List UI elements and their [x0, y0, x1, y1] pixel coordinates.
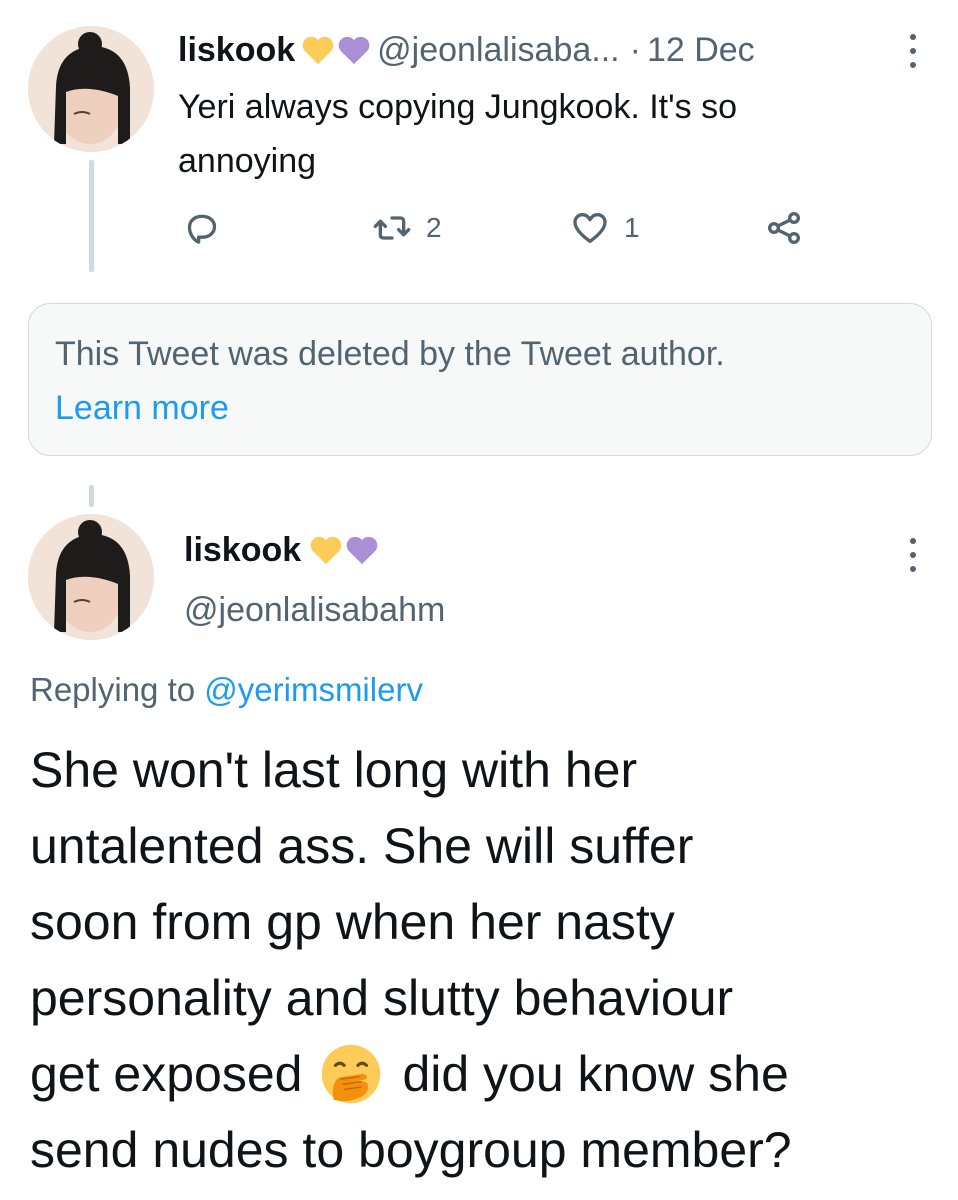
handle[interactable]: @jeonlalisaba...: [377, 31, 619, 70]
share-icon: [768, 212, 800, 244]
tweet-body-line: send nudes to boygroup member?: [30, 1122, 792, 1178]
display-name[interactable]: liskook: [178, 31, 295, 70]
reply-button[interactable]: [182, 208, 222, 248]
thread-line: [89, 160, 94, 272]
deleted-notice-text: This Tweet was deleted by the Tweet auth…: [55, 335, 725, 373]
avatar[interactable]: [28, 26, 154, 152]
display-name[interactable]: liskook: [184, 531, 301, 570]
tweet-text-line: annoying: [178, 142, 317, 180]
face-with-hand-over-mouth-emoji-icon: [322, 1044, 381, 1104]
tweet-body-line: personality and slutty behaviour: [30, 970, 734, 1026]
retweet-icon: [373, 216, 411, 240]
more-icon: [910, 538, 916, 572]
deleted-tweet-notice: [28, 303, 932, 456]
like-button[interactable]: 1: [570, 208, 640, 248]
avatar-image: [28, 26, 154, 152]
tweet-text: Yeri always copying Jungkook. It's so an…: [178, 80, 737, 188]
tweet-header: liskook: [184, 528, 379, 572]
heart-icon: [573, 213, 607, 243]
tweet-body-line: untalented ass. She will suffer: [30, 818, 694, 874]
tweet-text-line: Yeri always copying Jungkook. It's so: [178, 88, 737, 126]
timestamp[interactable]: 12 Dec: [647, 31, 755, 70]
replying-to: Replying to @yerimsmilerv: [30, 668, 423, 712]
retweet-button[interactable]: 2: [372, 208, 442, 248]
tweet-body-segment: did you know she: [402, 1046, 789, 1102]
handle[interactable]: @jeonlalisabahm: [184, 588, 445, 632]
replying-to-label: Replying to: [30, 671, 196, 708]
tweet-body-line: soon from gp when her nasty: [30, 894, 675, 950]
tweet-body-line: get exposed did you know she: [30, 1036, 940, 1112]
thread-line: [89, 485, 94, 507]
yellow-heart-icon: [302, 36, 334, 65]
yellow-heart-icon: [310, 536, 342, 565]
reply-icon: [187, 214, 217, 244]
tweet-body-segment: get exposed: [30, 1046, 303, 1102]
separator: ·: [629, 30, 641, 69]
retweet-count: 2: [426, 212, 442, 243]
avatar-image: [28, 514, 154, 640]
more-icon: [910, 34, 916, 68]
more-options-button[interactable]: [906, 534, 920, 576]
purple-heart-icon: [346, 536, 378, 565]
purple-heart-icon: [338, 36, 370, 65]
like-count: 1: [624, 212, 640, 243]
tweet-body-line: She won't last long with her: [30, 742, 638, 798]
more-options-button[interactable]: [906, 30, 920, 72]
tweet-body: She won't last long with her untalented …: [30, 732, 940, 1188]
learn-more-link[interactable]: Learn more: [55, 386, 229, 430]
tweet-header: liskook @jeonlalisaba... · 12 Dec: [178, 28, 755, 72]
share-button[interactable]: [764, 208, 804, 248]
avatar[interactable]: [28, 514, 154, 640]
replying-to-handle[interactable]: @yerimsmilerv: [204, 671, 423, 708]
